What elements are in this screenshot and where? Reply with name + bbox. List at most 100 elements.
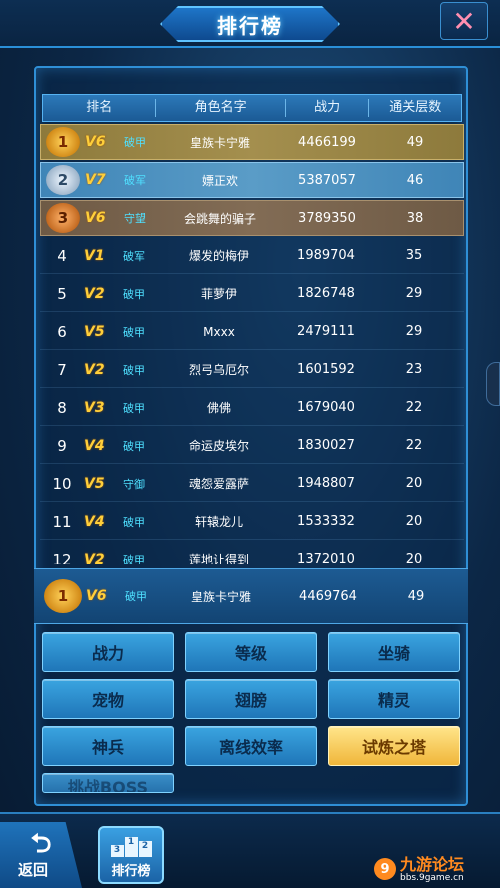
tab-1[interactable]: 战力 xyxy=(42,632,174,672)
player-floors: 20 xyxy=(405,476,423,491)
class-label: 破甲 xyxy=(123,515,145,529)
podium-second: 2 xyxy=(138,841,152,857)
rank-number: 7 xyxy=(57,360,67,379)
vip-badge: V2 xyxy=(84,361,105,378)
table-row[interactable]: 9 V4 破甲 命运皮埃尔 1830027 22 xyxy=(40,428,464,464)
rank-number: 8 xyxy=(57,398,67,417)
player-name: 佛佛 xyxy=(206,401,231,415)
tab-4[interactable]: 宠物 xyxy=(42,679,174,719)
rank-number: 11 xyxy=(52,512,72,531)
vip-badge: V2 xyxy=(84,551,105,565)
class-label: 破甲 xyxy=(124,136,146,149)
player-floors: 49 xyxy=(407,588,425,604)
vip-badge: V1 xyxy=(84,247,105,264)
column-header-name: 角色名字 xyxy=(156,99,286,117)
class-label: 守御 xyxy=(123,477,145,491)
vip-badge: V5 xyxy=(84,323,105,340)
player-power: 1826748 xyxy=(297,286,355,301)
watermark: 9 九游论坛 bbs.9game.cn xyxy=(374,852,492,886)
table-row[interactable]: 2 V7 破军 嫖正欢 5387057 46 xyxy=(40,162,464,198)
player-power: 3789350 xyxy=(298,210,356,226)
player-power: 1533332 xyxy=(297,514,355,529)
table-row[interactable]: 1 V6 破甲 皇族卡宁雅 4466199 49 xyxy=(40,124,464,160)
close-button[interactable]: ✕ xyxy=(440,2,488,40)
player-name: 皇族卡宁雅 xyxy=(189,135,250,150)
vip-badge: V5 xyxy=(84,475,105,492)
side-handle[interactable] xyxy=(486,362,500,406)
class-label: 破甲 xyxy=(123,401,145,415)
player-name: 菲萝伊 xyxy=(200,287,237,301)
player-name: 皇族卡宁雅 xyxy=(190,589,251,604)
player-floors: 46 xyxy=(406,172,424,188)
table-row[interactable]: 8 V3 破甲 佛佛 1679040 22 xyxy=(40,390,464,426)
player-name: 轩辕龙儿 xyxy=(194,515,243,529)
player-name: 会跳舞的骗子 xyxy=(183,211,256,226)
player-name: 爆发的梅伊 xyxy=(188,249,249,263)
vip-badge: V3 xyxy=(84,399,105,416)
player-floors: 29 xyxy=(405,286,423,301)
tab-2[interactable]: 等级 xyxy=(185,632,317,672)
rank-number: 6 xyxy=(57,322,67,341)
player-power: 1679040 xyxy=(297,400,355,415)
class-label: 破甲 xyxy=(123,553,145,565)
rank-number: 5 xyxy=(57,284,67,303)
vip-badge: V6 xyxy=(85,210,106,226)
table-row[interactable]: 10 V5 守御 魂怨爱露萨 1948807 20 xyxy=(40,466,464,502)
table-row[interactable]: 12 V2 破甲 莲地让得到 1372010 20 xyxy=(40,542,464,565)
rank-number: 12 xyxy=(52,550,72,565)
vip-badge: V4 xyxy=(84,437,105,454)
player-power: 1948807 xyxy=(297,476,355,491)
tab-7[interactable]: 神兵 xyxy=(42,726,174,766)
page-title: 排行榜 xyxy=(217,13,283,38)
class-label: 破甲 xyxy=(123,363,145,377)
table-row[interactable]: 5 V2 破甲 菲萝伊 1826748 29 xyxy=(40,276,464,312)
watermark-url: bbs.9game.cn xyxy=(400,872,464,883)
table-header: 排名 角色名字 战力 通关层数 xyxy=(42,94,462,122)
leaderboard-button[interactable]: 3 1 2 排行榜 xyxy=(98,826,164,884)
leaderboard-label: 排行榜 xyxy=(111,864,151,879)
podium-first: 1 xyxy=(124,837,138,857)
watermark-logo-icon: 9 xyxy=(374,858,396,880)
column-header-power: 战力 xyxy=(286,99,370,117)
player-floors: 38 xyxy=(406,210,424,226)
table-row[interactable]: 7 V2 破甲 烈弓乌厄尔 1601592 23 xyxy=(40,352,464,388)
rank-number: 10 xyxy=(52,474,72,493)
vip-badge: V2 xyxy=(84,285,105,302)
column-header-floors: 通关层数 xyxy=(389,100,442,115)
back-label: 返回 xyxy=(17,860,48,879)
watermark-title: 九游论坛 xyxy=(400,854,465,874)
table-row[interactable]: 3 V6 守望 会跳舞的骗子 3789350 38 xyxy=(40,200,464,236)
vip-badge: V6 xyxy=(86,588,107,604)
player-power: 1372010 xyxy=(297,552,355,564)
player-power: 1830027 xyxy=(297,438,355,453)
silver-medal-icon: 2 xyxy=(46,165,80,195)
tab-6[interactable]: 精灵 xyxy=(328,679,460,719)
player-power: 1601592 xyxy=(297,362,355,377)
player-power: 5387057 xyxy=(298,172,356,188)
player-name: 烈弓乌厄尔 xyxy=(188,363,249,377)
player-name: 魂怨爱露萨 xyxy=(188,477,249,491)
tab-5[interactable]: 翅膀 xyxy=(185,679,317,719)
player-floors: 20 xyxy=(405,514,423,529)
player-name: Mxxx xyxy=(203,324,235,339)
vip-badge: V4 xyxy=(84,513,105,530)
tab-8[interactable]: 离线效率 xyxy=(185,726,317,766)
class-label: 破军 xyxy=(124,174,146,187)
tab-10[interactable]: 挑战BOSS xyxy=(42,773,174,793)
back-arrow-icon: ⮌ xyxy=(30,828,52,859)
table-row[interactable]: 4 V1 破军 爆发的梅伊 1989704 35 xyxy=(40,238,464,274)
class-label: 破甲 xyxy=(123,287,145,301)
table-row[interactable]: 6 V5 破甲 Mxxx 2479111 29 xyxy=(40,314,464,350)
tab-9[interactable]: 试炼之塔 xyxy=(328,726,460,766)
player-name: 命运皮埃尔 xyxy=(188,439,249,453)
rank-number: 4 xyxy=(57,246,67,265)
player-power: 4466199 xyxy=(298,134,356,150)
column-header-rank: 排名 xyxy=(43,99,157,117)
ranking-list[interactable]: 1 V6 破甲 皇族卡宁雅 4466199 49 2 V7 破军 嫖正欢 5387057 46 3 V6 守… xyxy=(40,124,464,564)
close-icon: ✕ xyxy=(452,4,476,38)
player-name: 莲地让得到 xyxy=(188,553,249,564)
self-rank-row: 1 V6 破甲 皇族卡宁雅 4469764 49 xyxy=(34,568,468,624)
vip-badge: V7 xyxy=(85,172,106,188)
tab-3[interactable]: 坐骑 xyxy=(328,632,460,672)
table-row[interactable]: 11 V4 破甲 轩辕龙儿 1533332 20 xyxy=(40,504,464,540)
